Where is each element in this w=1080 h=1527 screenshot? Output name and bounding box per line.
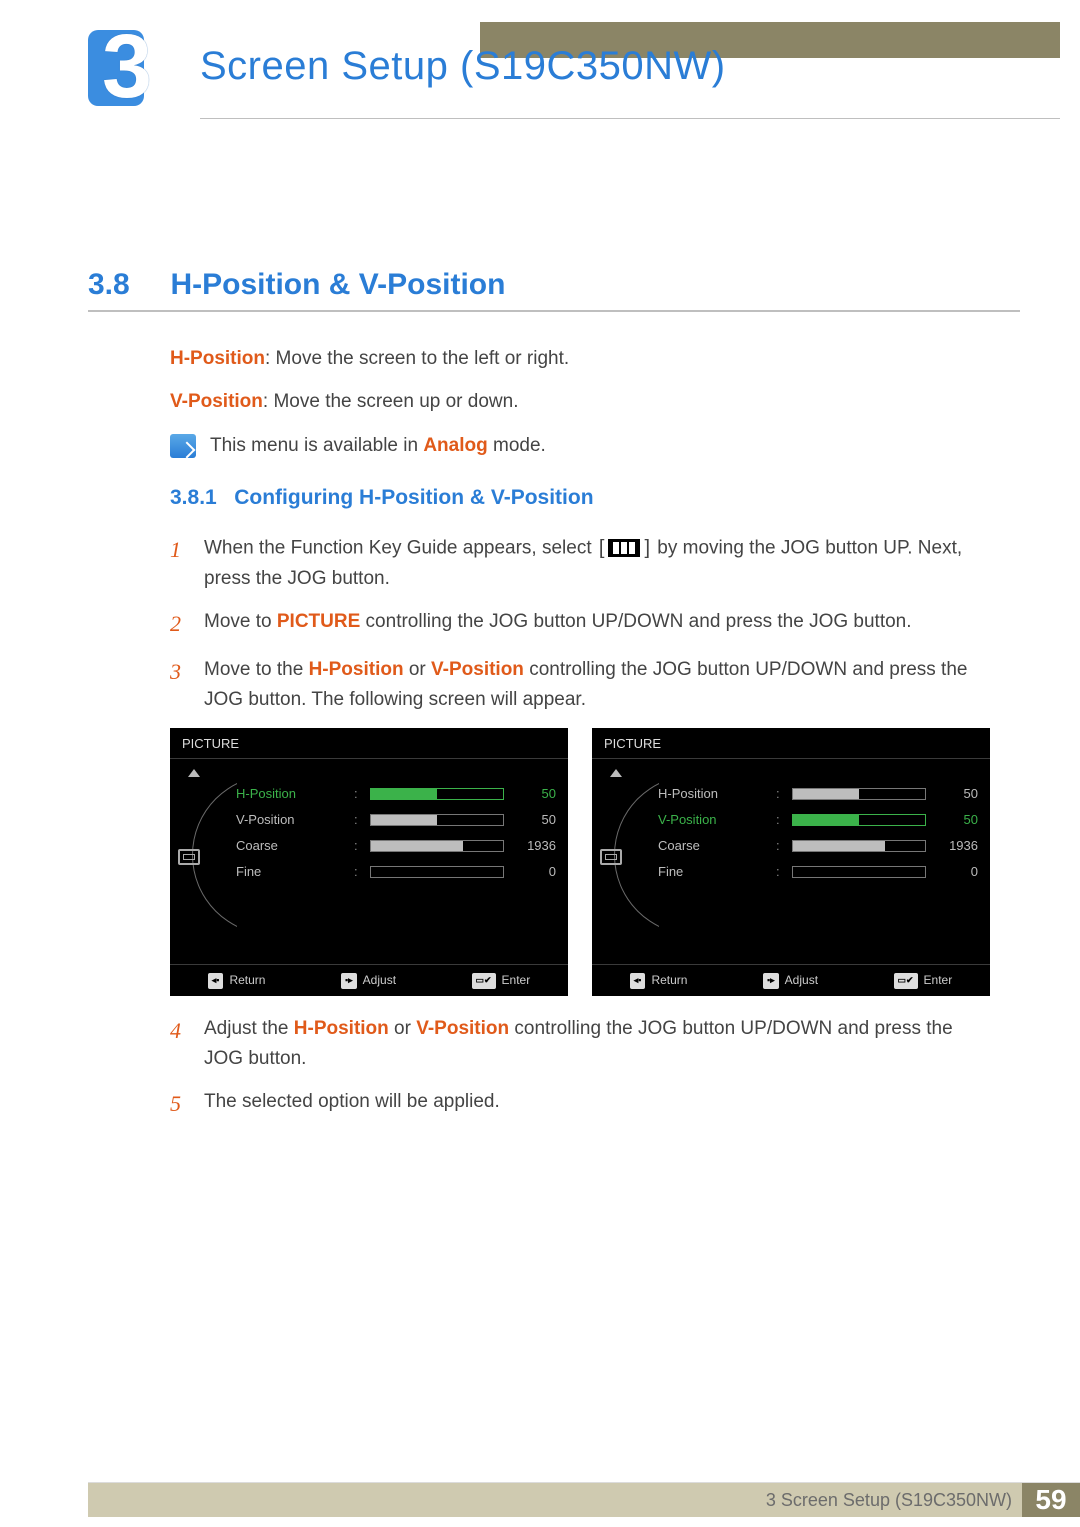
osd-item-coarse: Coarse:1936 — [236, 833, 556, 859]
footer-page-number: 59 — [1022, 1483, 1080, 1517]
step-text: Move to the H-Position or V-Position con… — [204, 655, 990, 714]
arrow-up-icon — [610, 769, 622, 777]
section-title: H-Position & V-Position — [170, 268, 505, 301]
osd-item-label: V-Position — [658, 810, 768, 830]
osd-slider — [370, 814, 504, 826]
step-text: The selected option will be applied. — [204, 1087, 990, 1121]
osd-return: ◂▪Return — [630, 971, 688, 990]
osd-item-coarse: Coarse:1936 — [658, 833, 978, 859]
osd-slider — [370, 866, 504, 878]
osd-slider — [370, 788, 504, 800]
osd-item-label: V-Position — [236, 810, 346, 830]
osd-item-h-position: H-Position:50 — [658, 781, 978, 807]
vposition-label: V-Position — [170, 391, 263, 412]
note-row: This menu is available in Analog mode. — [170, 431, 990, 460]
osd-footer: ◂▪Return ▪▸Adjust ▭✔Enter — [592, 964, 990, 996]
chapter-number: 3 — [102, 16, 152, 119]
chapter-title: Screen Setup (S19C350NW) — [200, 44, 726, 89]
step-5: 5 The selected option will be applied. — [170, 1087, 990, 1121]
osd-enter: ▭✔Enter — [894, 971, 953, 990]
arrow-up-icon — [188, 769, 200, 777]
page-header: 3 Screen Setup (S19C350NW) — [0, 0, 1080, 130]
step-2: 2 Move to PICTURE controlling the JOG bu… — [170, 607, 990, 641]
subsection-heading: 3.8.1 Configuring H-Position & V-Positio… — [170, 482, 990, 515]
osd-item-value: 50 — [934, 810, 978, 830]
osd-item-v-position: V-Position:50 — [658, 807, 978, 833]
osd-slider — [792, 866, 926, 878]
step-text: Move to PICTURE controlling the JOG butt… — [204, 607, 990, 641]
osd-slider — [370, 840, 504, 852]
osd-slider — [792, 788, 926, 800]
osd-item-value: 50 — [934, 784, 978, 804]
osd-return: ◂▪Return — [208, 971, 266, 990]
picture-category-icon — [178, 849, 200, 865]
intro-hposition: H-Position: Move the screen to the left … — [170, 344, 990, 373]
note-text: This menu is available in Analog mode. — [210, 431, 546, 460]
osd-item-label: Fine — [236, 862, 346, 882]
hposition-label: H-Position — [170, 348, 265, 369]
osd-item-h-position: H-Position:50 — [236, 781, 556, 807]
section-heading: 3.8 H-Position & V-Position — [88, 268, 1020, 302]
osd-item-value: 0 — [512, 862, 556, 882]
osd-row: PICTURE H-Position:50V-Position:50Coarse… — [170, 728, 990, 996]
osd-item-label: H-Position — [236, 784, 346, 804]
section-number: 3.8 — [88, 268, 166, 302]
steps-list: 1 When the Function Key Guide appears, s… — [170, 533, 990, 714]
intro-vposition: V-Position: Move the screen up or down. — [170, 387, 990, 416]
osd-enter: ▭✔Enter — [472, 971, 531, 990]
footer-text: 3 Screen Setup (S19C350NW) — [766, 1490, 1012, 1511]
osd-item-value: 50 — [512, 784, 556, 804]
body-content: H-Position: Move the screen to the left … — [170, 344, 990, 1135]
subsection-number: 3.8.1 — [170, 486, 217, 509]
step-number: 5 — [170, 1087, 188, 1121]
osd-slider — [792, 814, 926, 826]
chapter-badge: 3 — [88, 22, 168, 112]
osd-item-value: 0 — [934, 862, 978, 882]
osd-adjust: ▪▸Adjust — [763, 971, 818, 990]
step-number: 1 — [170, 533, 188, 593]
step-number: 4 — [170, 1014, 188, 1073]
osd-panel-right: PICTURE H-Position:50V-Position:50Coarse… — [592, 728, 990, 996]
step-text: When the Function Key Guide appears, sel… — [204, 533, 990, 593]
page-footer: 3 Screen Setup (S19C350NW) 59 — [0, 1475, 1080, 1527]
osd-item-value: 50 — [512, 810, 556, 830]
osd-item-v-position: V-Position:50 — [236, 807, 556, 833]
picture-category-icon — [600, 849, 622, 865]
osd-panel-left: PICTURE H-Position:50V-Position:50Coarse… — [170, 728, 568, 996]
subsection-title: Configuring H-Position & V-Position — [234, 486, 593, 509]
osd-adjust: ▪▸Adjust — [341, 971, 396, 990]
step-number: 2 — [170, 607, 188, 641]
step-1: 1 When the Function Key Guide appears, s… — [170, 533, 990, 593]
menu-icon: [] — [597, 533, 652, 564]
osd-item-fine: Fine:0 — [236, 859, 556, 885]
osd-slider — [792, 840, 926, 852]
section-rule — [88, 310, 1020, 312]
header-rule — [200, 118, 1060, 119]
step-4: 4 Adjust the H-Position or V-Position co… — [170, 1014, 990, 1073]
osd-item-value: 1936 — [512, 836, 556, 856]
step-text: Adjust the H-Position or V-Position cont… — [204, 1014, 990, 1073]
osd-item-fine: Fine:0 — [658, 859, 978, 885]
osd-title: PICTURE — [170, 728, 568, 758]
osd-item-label: Coarse — [658, 836, 768, 856]
osd-footer: ◂▪Return ▪▸Adjust ▭✔Enter — [170, 964, 568, 996]
osd-item-label: Fine — [658, 862, 768, 882]
step-3: 3 Move to the H-Position or V-Position c… — [170, 655, 990, 714]
step-number: 3 — [170, 655, 188, 714]
steps-list-continued: 4 Adjust the H-Position or V-Position co… — [170, 1014, 990, 1121]
osd-item-label: H-Position — [658, 784, 768, 804]
osd-title: PICTURE — [592, 728, 990, 758]
osd-item-value: 1936 — [934, 836, 978, 856]
osd-item-label: Coarse — [236, 836, 346, 856]
note-icon — [170, 434, 196, 458]
